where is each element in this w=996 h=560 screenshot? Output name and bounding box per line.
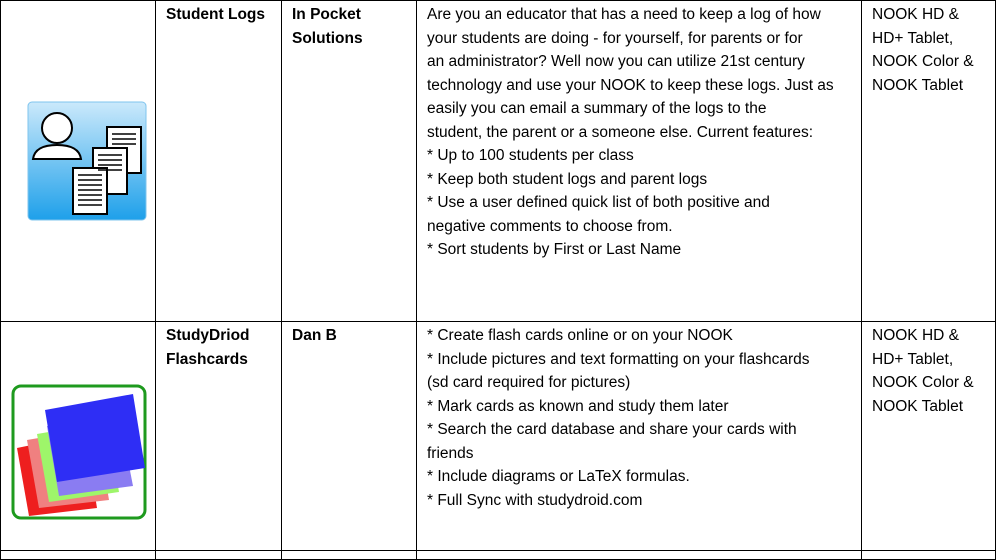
description-line: * Up to 100 students per class [427, 147, 634, 164]
table-row: Student Logs In Pocket Solutions Are you… [0, 0, 996, 322]
description-line: * Mark cards as known and study them lat… [427, 397, 729, 415]
description-line: your students are doing - for yourself, … [427, 29, 803, 47]
empty-cell [0, 550, 156, 560]
description-line: * Include pictures and text formatting o… [427, 350, 810, 368]
device-line: HD+ Tablet, [872, 350, 954, 368]
empty-cell [281, 550, 417, 560]
description-line: friends [427, 444, 474, 462]
description-line: * Search the card database and share you… [427, 421, 797, 438]
developer-name: In Pocket [292, 6, 361, 23]
description-cell: Are you an educator that has a need to k… [416, 0, 862, 322]
description-line: (sd card required for pictures) [427, 374, 631, 391]
devices-cell: NOOK HD & HD+ Tablet, NOOK Color & NOOK … [861, 321, 996, 551]
flashcards-icon [11, 384, 147, 520]
device-line: NOOK Tablet [872, 397, 964, 415]
table-row: StudyDriod Flashcards Dan B * Create fla… [0, 321, 996, 551]
device-line: NOOK HD & [872, 6, 959, 23]
app-name: StudyDriod [166, 327, 250, 344]
description-line: an administrator? Well now you can utili… [427, 53, 805, 70]
developer-name: Solutions [292, 29, 363, 47]
device-line: NOOK Color & [872, 53, 974, 70]
description-line: student, the parent or a someone else. C… [427, 123, 814, 141]
student-logs-icon [27, 101, 147, 221]
description-line: negative comments to choose from. [427, 217, 673, 235]
description-line: * Include diagrams or LaTeX formulas. [427, 468, 690, 485]
description-cell: * Create flash cards online or on your N… [416, 321, 862, 551]
empty-cell [861, 550, 996, 560]
app-name-cell: StudyDriod Flashcards [155, 321, 282, 551]
description-line: * Sort students by First or Last Name [427, 241, 682, 258]
empty-cell [416, 550, 862, 560]
device-line: NOOK Tablet [872, 76, 964, 94]
app-icon-cell [0, 0, 156, 322]
app-icon-cell [0, 321, 156, 551]
description-line: * Full Sync with studydroid.com [427, 491, 643, 509]
description-line: * Create flash cards online or on your N… [427, 327, 733, 344]
device-line: HD+ Tablet, [872, 29, 954, 47]
description-line: * Use a user defined quick list of both … [427, 194, 770, 211]
devices-cell: NOOK HD & HD+ Tablet, NOOK Color & NOOK … [861, 0, 996, 322]
table-row [0, 550, 996, 560]
app-name-cell: Student Logs [155, 0, 282, 322]
device-line: NOOK Color & [872, 374, 974, 391]
apps-table: Student Logs In Pocket Solutions Are you… [0, 0, 996, 560]
app-name: Flashcards [166, 350, 248, 368]
description-line: technology and use your NOOK to keep the… [427, 76, 834, 94]
empty-cell [155, 550, 282, 560]
developer-name: Dan B [292, 327, 337, 344]
developer-cell: In Pocket Solutions [281, 0, 417, 322]
description-line: Are you an educator that has a need to k… [427, 6, 821, 23]
app-name: Student Logs [166, 6, 266, 23]
device-line: NOOK HD & [872, 327, 959, 344]
developer-cell: Dan B [281, 321, 417, 551]
description-line: * Keep both student logs and parent logs [427, 170, 708, 188]
description-line: easily you can email a summary of the lo… [427, 100, 767, 117]
